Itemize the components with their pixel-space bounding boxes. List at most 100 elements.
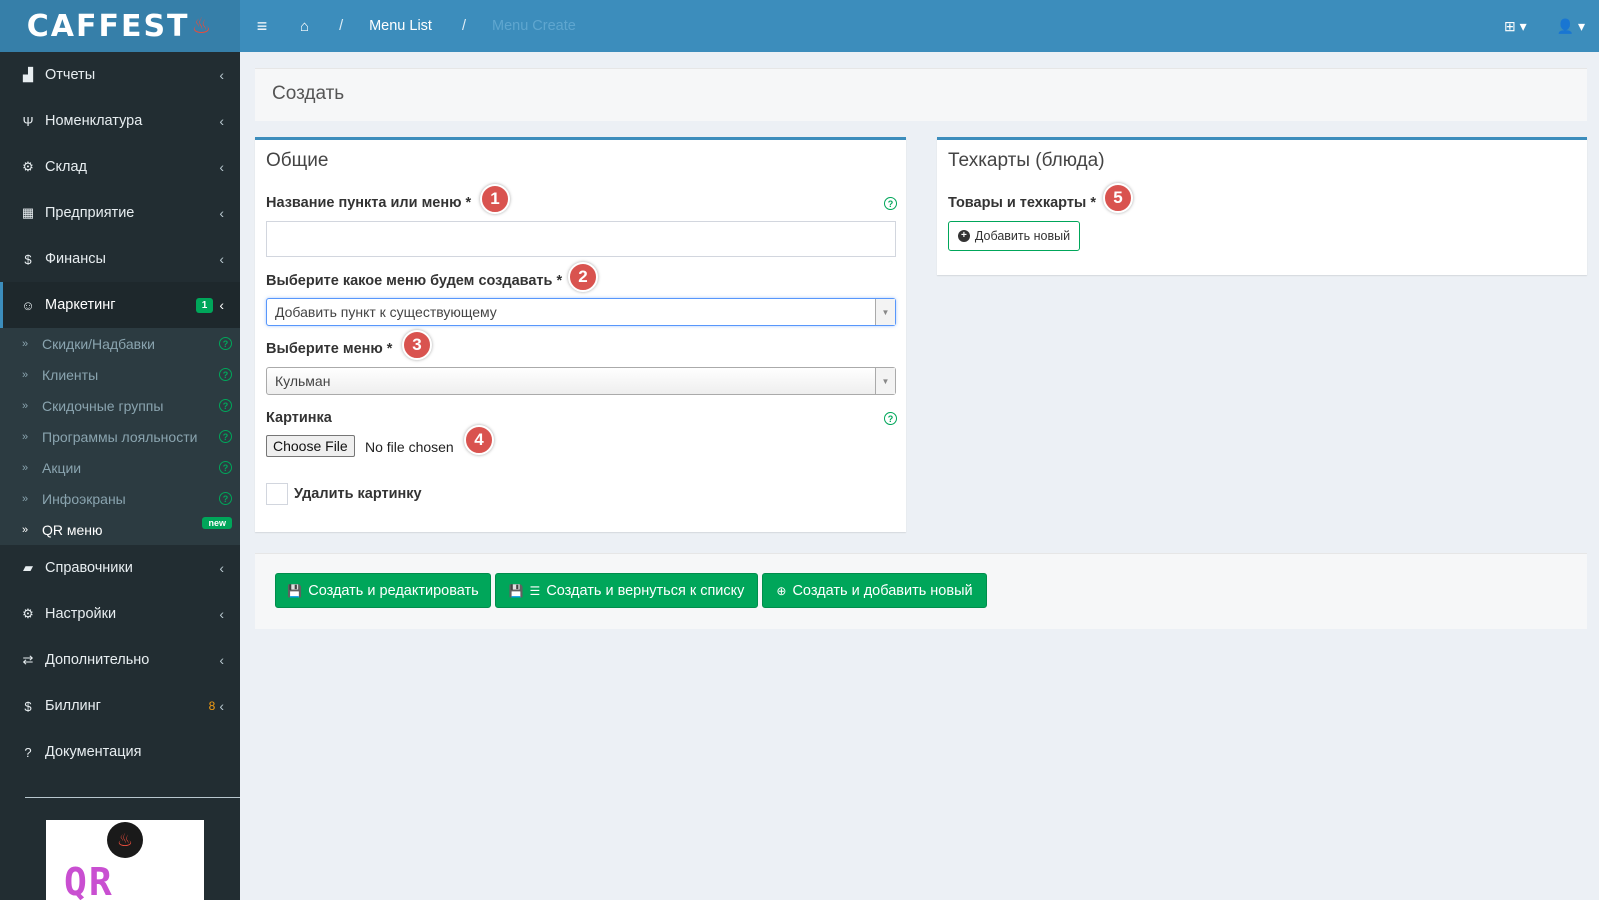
chevron-left-icon: ‹ xyxy=(219,67,224,83)
boxes-icon: ⚙ xyxy=(22,159,34,174)
logo-text: CAFFEST xyxy=(26,8,190,44)
page-header: Создать xyxy=(255,68,1587,121)
new-badge: new xyxy=(202,517,232,529)
help-icon[interactable]: ? xyxy=(884,412,897,425)
smile-icon: ☺ xyxy=(21,297,35,313)
sidebar-subitem-discounts[interactable]: » Скидки/Надбавки ? xyxy=(0,328,240,359)
book-icon: ▰ xyxy=(23,560,33,575)
create-and-add-new-button[interactable]: ⊕ Создать и добавить новый xyxy=(762,573,987,608)
sidebar-item-label: Финансы xyxy=(45,251,106,267)
step-marker-5: 5 xyxy=(1103,183,1133,213)
sidebar-item-warehouse[interactable]: ⚙ Склад ‹ xyxy=(0,144,240,190)
name-label: Название пункта или меню * xyxy=(266,195,472,211)
save-icon: 💾 xyxy=(287,583,303,598)
double-chevron-icon: » xyxy=(22,523,29,536)
sidebar-item-finance[interactable]: $ Финансы ‹ xyxy=(0,236,240,282)
sidebar-item-label: Документация xyxy=(45,744,142,760)
sidebar-menu: ▟ Отчеты ‹ Ψ Номенклатура ‹ ⚙ Склад ‹ ▦ … xyxy=(0,52,240,328)
plus-circle-icon: + xyxy=(957,230,970,242)
chevron-left-icon: ‹ xyxy=(219,652,224,668)
question-icon: ? xyxy=(24,744,32,760)
breadcrumb-separator: / xyxy=(339,18,344,34)
sidebar-item-marketing[interactable]: ☺ Маркетинг 1 ‹ xyxy=(0,282,240,328)
help-icon[interactable]: ? xyxy=(219,368,232,381)
sidebar-divider xyxy=(25,797,240,798)
plus-circle-icon: ⊕ xyxy=(776,583,787,598)
add-new-item-button[interactable]: + Добавить новый xyxy=(948,221,1080,251)
sidebar-item-references[interactable]: ▰ Справочники ‹ xyxy=(0,545,240,591)
sidebar-subitem-qr-menu[interactable]: » QR меню new xyxy=(0,514,240,545)
create-and-edit-button[interactable]: 💾 Создать и редактировать xyxy=(275,573,491,608)
sidebar-item-label: Дополнительно xyxy=(45,652,150,668)
qr-logo-graphic: QR xyxy=(64,860,114,900)
sidebar-item-label: Справочники xyxy=(45,560,133,576)
chevron-left-icon: ‹ xyxy=(219,159,224,175)
step-marker-4: 4 xyxy=(464,425,494,455)
sidebar-subitem-promotions[interactable]: » Акции ? xyxy=(0,452,240,483)
sidebar-item-enterprise[interactable]: ▦ Предприятие ‹ xyxy=(0,190,240,236)
double-chevron-icon: » xyxy=(22,368,29,381)
sidebar-item-settings[interactable]: ⚙ Настройки ‹ xyxy=(0,591,240,637)
double-chevron-icon: » xyxy=(22,399,29,412)
sidebar-item-additional[interactable]: ⇄ Дополнительно ‹ xyxy=(0,637,240,683)
double-chevron-icon: » xyxy=(22,461,29,474)
logo[interactable]: CAFFEST ♨ xyxy=(0,0,240,52)
step-marker-2: 2 xyxy=(568,262,598,292)
sidebar-subitem-clients[interactable]: » Клиенты ? xyxy=(0,359,240,390)
choose-file-button[interactable]: Choose File xyxy=(266,435,355,457)
chevron-left-icon: ‹ xyxy=(219,606,224,622)
delete-image-checkbox[interactable] xyxy=(266,483,288,505)
billing-count: 8 xyxy=(208,699,216,713)
sidebar-item-docs[interactable]: ? Документация xyxy=(0,729,240,775)
help-icon[interactable]: ? xyxy=(219,337,232,350)
menu-type-select[interactable]: Добавить пункт к существующему ▼ xyxy=(266,298,896,326)
menu-selected: Кульман xyxy=(275,373,331,389)
sidebar-item-reports[interactable]: ▟ Отчеты ‹ xyxy=(0,52,240,98)
sidebar: CAFFEST ♨ ▟ Отчеты ‹ Ψ Номенклатура ‹ ⚙ С… xyxy=(0,0,240,900)
step-marker-3: 3 xyxy=(402,330,432,360)
goods-label: Товары и техкарты * xyxy=(948,195,1096,211)
techcards-panel: Техкарты (блюда) Товары и техкарты * 5 +… xyxy=(937,137,1587,275)
cutlery-icon: Ψ xyxy=(22,113,34,129)
dropdown-arrow-icon: ▼ xyxy=(875,299,895,325)
sidebar-subitem-discount-groups[interactable]: » Скидочные группы ? xyxy=(0,390,240,421)
breadcrumb-current: Menu Create xyxy=(492,18,576,34)
general-panel: Общие Название пункта или меню * 1 ? Выб… xyxy=(255,137,906,532)
save-icon: 💾 xyxy=(508,583,524,598)
qr-menu-promo-image[interactable]: ♨ QR xyxy=(46,820,204,900)
sidebar-subitem-label: Скидки/Надбавки xyxy=(42,335,155,352)
sidebar-subitem-label: Программы лояльности xyxy=(42,428,198,445)
breadcrumb: ⌂ / Menu List / Menu Create xyxy=(284,18,576,35)
menu-select[interactable]: Кульман ▼ xyxy=(266,367,896,395)
sidebar-item-label: Склад xyxy=(45,159,87,175)
sidebar-subitem-label: Скидочные группы xyxy=(42,397,164,414)
top-navbar: ≡ ⌂ / Menu List / Menu Create ⊞ ▾ 👤 ▾ xyxy=(240,0,1599,52)
home-icon[interactable]: ⌂ xyxy=(300,18,309,35)
name-input[interactable] xyxy=(266,221,896,257)
hamburger-icon[interactable]: ≡ xyxy=(240,16,284,37)
user-dropdown-icon[interactable]: 👤 ▾ xyxy=(1557,18,1585,35)
menu-type-selected: Добавить пункт к существующему xyxy=(275,304,497,320)
exchange-icon: ⇄ xyxy=(22,652,34,667)
help-icon[interactable]: ? xyxy=(219,430,232,443)
breadcrumb-menu-list[interactable]: Menu List xyxy=(369,18,432,34)
help-icon[interactable]: ? xyxy=(219,399,232,412)
breadcrumb-separator: / xyxy=(461,18,466,34)
sidebar-item-nomenclature[interactable]: Ψ Номенклатура ‹ xyxy=(0,98,240,144)
chevron-down-icon: ‹ xyxy=(219,297,224,313)
chevron-left-icon: ‹ xyxy=(219,205,224,221)
sidebar-item-billing[interactable]: $ Биллинг 8 ‹ xyxy=(0,683,240,729)
help-icon[interactable]: ? xyxy=(219,461,232,474)
delete-image-label[interactable]: Удалить картинку xyxy=(294,486,422,502)
sidebar-subitem-loyalty[interactable]: » Программы лояльности ? xyxy=(0,421,240,452)
sidebar-subitem-label: Акции xyxy=(42,459,82,476)
marketing-submenu: » Скидки/Надбавки ? » Клиенты ? » Скидоч… xyxy=(0,328,240,545)
help-icon[interactable]: ? xyxy=(219,492,232,505)
sidebar-subitem-infoscreens[interactable]: » Инфоэкраны ? xyxy=(0,483,240,514)
notification-badge: 1 xyxy=(195,297,214,313)
add-dropdown-icon[interactable]: ⊞ ▾ xyxy=(1504,18,1527,35)
step-marker-1: 1 xyxy=(480,184,510,214)
create-and-return-button[interactable]: 💾 ☰ Создать и вернуться к списку xyxy=(495,573,758,608)
help-icon[interactable]: ? xyxy=(884,197,897,210)
chevron-left-icon: ‹ xyxy=(219,698,224,714)
